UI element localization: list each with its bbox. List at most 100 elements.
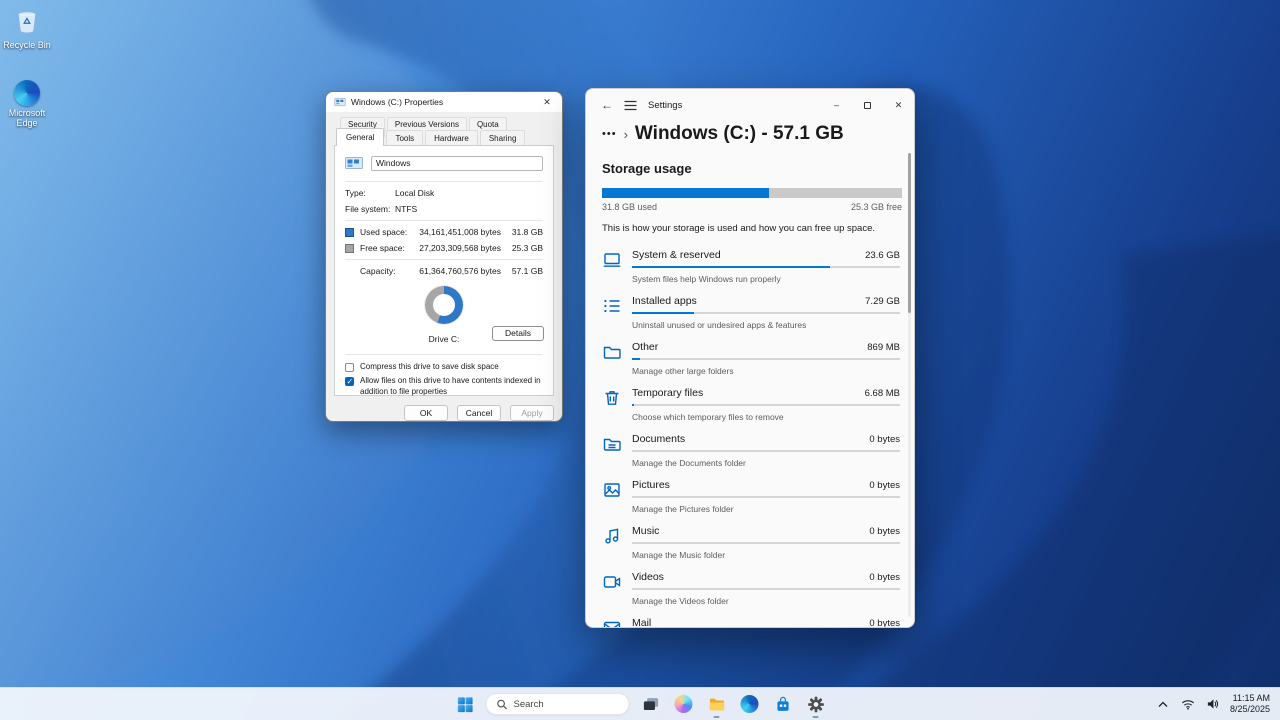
divider: [345, 354, 543, 355]
storage-category-row[interactable]: Documents 0 bytes Manage the Documents f…: [602, 429, 900, 475]
windows-logo-icon: [455, 695, 474, 714]
category-description-link[interactable]: System files help Windows run properly: [632, 274, 900, 284]
category-description-link[interactable]: Manage the Music folder: [632, 550, 900, 560]
drive-icon: [345, 155, 363, 171]
category-size: 0 bytes: [869, 526, 900, 537]
videos-icon: [602, 572, 622, 592]
tab-hardware[interactable]: Hardware: [425, 130, 478, 146]
clock-date: 8/25/2025: [1230, 704, 1270, 715]
storage-usage-panel: Storage usage 31.8 GB used 25.3 GB free …: [586, 153, 914, 628]
gear-icon: [806, 695, 825, 714]
storage-category-row[interactable]: Videos 0 bytes Manage the Videos folder: [602, 567, 900, 613]
category-usage-fill: [632, 266, 830, 268]
category-usage-bar: [632, 266, 900, 268]
compress-checkbox[interactable]: [345, 363, 354, 372]
taskbar-search[interactable]: Search: [486, 693, 630, 715]
back-icon[interactable]: ←: [596, 98, 618, 112]
minimize-icon[interactable]: –: [821, 89, 852, 121]
index-checkbox[interactable]: [345, 377, 354, 386]
system-icon: [602, 250, 622, 270]
tray-chevron-up-icon[interactable]: [1155, 696, 1171, 712]
volume-icon[interactable]: [1205, 696, 1221, 712]
tab-tools[interactable]: Tools: [386, 130, 423, 146]
apply-button[interactable]: Apply: [510, 405, 554, 421]
category-usage-fill: [632, 358, 640, 360]
index-checkbox-label: Allow files on this drive to have conten…: [360, 376, 543, 397]
store-icon: [773, 695, 792, 714]
tab-row-front: General Tools Hardware Sharing: [326, 130, 562, 146]
category-size: 0 bytes: [869, 434, 900, 445]
task-view-button[interactable]: [639, 692, 663, 716]
category-size: 6.68 MB: [865, 388, 900, 399]
close-icon[interactable]: ✕: [532, 92, 562, 112]
usage-donut: [425, 286, 463, 324]
breadcrumb-ellipsis[interactable]: •••: [602, 128, 617, 140]
used-space-label: Used space:: [360, 227, 412, 237]
field-label: File system:: [345, 204, 395, 214]
category-description-link[interactable]: Manage other large folders: [632, 366, 900, 376]
category-description-link[interactable]: Manage the Documents folder: [632, 458, 900, 468]
category-name: Music: [632, 525, 659, 537]
free-space-row: Free space: 27,203,309,568 bytes 25.3 GB: [335, 240, 553, 256]
divider: [345, 220, 543, 221]
desktop-icon-recycle-bin[interactable]: Recycle Bin: [0, 8, 54, 51]
category-name: Mail: [632, 617, 651, 628]
category-name: Other: [632, 341, 658, 353]
storage-category-row[interactable]: System & reserved 23.6 GB System files h…: [602, 245, 900, 291]
storage-category-row[interactable]: Temporary files 6.68 MB Choose which tem…: [602, 383, 900, 429]
storage-category-row[interactable]: Pictures 0 bytes Manage the Pictures fol…: [602, 475, 900, 521]
scrollbar[interactable]: [908, 153, 911, 617]
category-description-link[interactable]: Choose which temporary files to remove: [632, 412, 900, 422]
apps-icon: [602, 296, 622, 316]
storage-category-row[interactable]: Other 869 MB Manage other large folders: [602, 337, 900, 383]
category-description-link[interactable]: Manage the Videos folder: [632, 596, 900, 606]
close-icon[interactable]: ✕: [883, 89, 914, 121]
storage-category-row[interactable]: Installed apps 7.29 GB Uninstall unused …: [602, 291, 900, 337]
category-usage-bar: [632, 312, 900, 314]
properties-titlebar[interactable]: Windows (C:) Properties ✕: [326, 92, 562, 112]
storage-usage-fill: [602, 188, 769, 198]
settings-button[interactable]: [804, 692, 828, 716]
settings-app-title: Settings: [648, 100, 682, 111]
category-name: System & reserved: [632, 249, 721, 261]
tab-sharing[interactable]: Sharing: [480, 130, 526, 146]
volume-label-input[interactable]: [371, 156, 543, 171]
file-explorer-button[interactable]: [705, 692, 729, 716]
drive-icon: [334, 96, 346, 108]
taskbar-clock[interactable]: 11:15 AM 8/25/2025: [1230, 693, 1274, 716]
maximize-icon[interactable]: [852, 89, 883, 121]
settings-titlebar[interactable]: ← Settings – ✕: [586, 89, 914, 121]
storage-category-row[interactable]: Mail 0 bytes: [602, 613, 900, 628]
category-description-link[interactable]: Uninstall unused or undesired apps & fea…: [632, 320, 900, 330]
section-title: Storage usage: [602, 161, 900, 176]
category-size: 0 bytes: [869, 480, 900, 491]
storage-category-row[interactable]: Music 0 bytes Manage the Music folder: [602, 521, 900, 567]
microsoft-store-button[interactable]: [771, 692, 795, 716]
free-space-bytes: 27,203,309,568 bytes: [412, 243, 501, 253]
ok-button[interactable]: OK: [404, 405, 448, 421]
used-space-size: 31.8 GB: [501, 227, 543, 237]
desktop-icon-microsoft-edge[interactable]: Microsoft Edge: [0, 80, 54, 129]
cancel-button[interactable]: Cancel: [457, 405, 501, 421]
edge-button[interactable]: [738, 692, 762, 716]
capacity-row: Capacity: 61,364,760,576 bytes 57.1 GB: [335, 263, 553, 279]
divider: [345, 259, 543, 260]
compress-checkbox-row[interactable]: Compress this drive to save disk space: [335, 358, 553, 372]
copilot-button[interactable]: [672, 692, 696, 716]
wifi-icon[interactable]: [1180, 696, 1196, 712]
other-icon: [602, 342, 622, 362]
tab-general[interactable]: General: [336, 128, 384, 146]
free-space-swatch: [345, 244, 354, 253]
hamburger-menu-icon[interactable]: [618, 100, 642, 111]
general-tab-page: Type: Local Disk File system: NTFS Used …: [334, 145, 554, 396]
category-name: Installed apps: [632, 295, 697, 307]
settings-window: ← Settings – ✕ ••• › Windows (C:) - 57.1…: [585, 88, 915, 628]
category-usage-bar: [632, 450, 900, 452]
details-button[interactable]: Details: [492, 326, 544, 341]
start-button[interactable]: [453, 692, 477, 716]
category-description-link[interactable]: Manage the Pictures folder: [632, 504, 900, 514]
clock-time: 11:15 AM: [1230, 693, 1270, 704]
index-checkbox-row[interactable]: Allow files on this drive to have conten…: [335, 372, 553, 397]
scrollbar-thumb[interactable]: [908, 153, 911, 313]
category-usage-bar: [632, 588, 900, 590]
